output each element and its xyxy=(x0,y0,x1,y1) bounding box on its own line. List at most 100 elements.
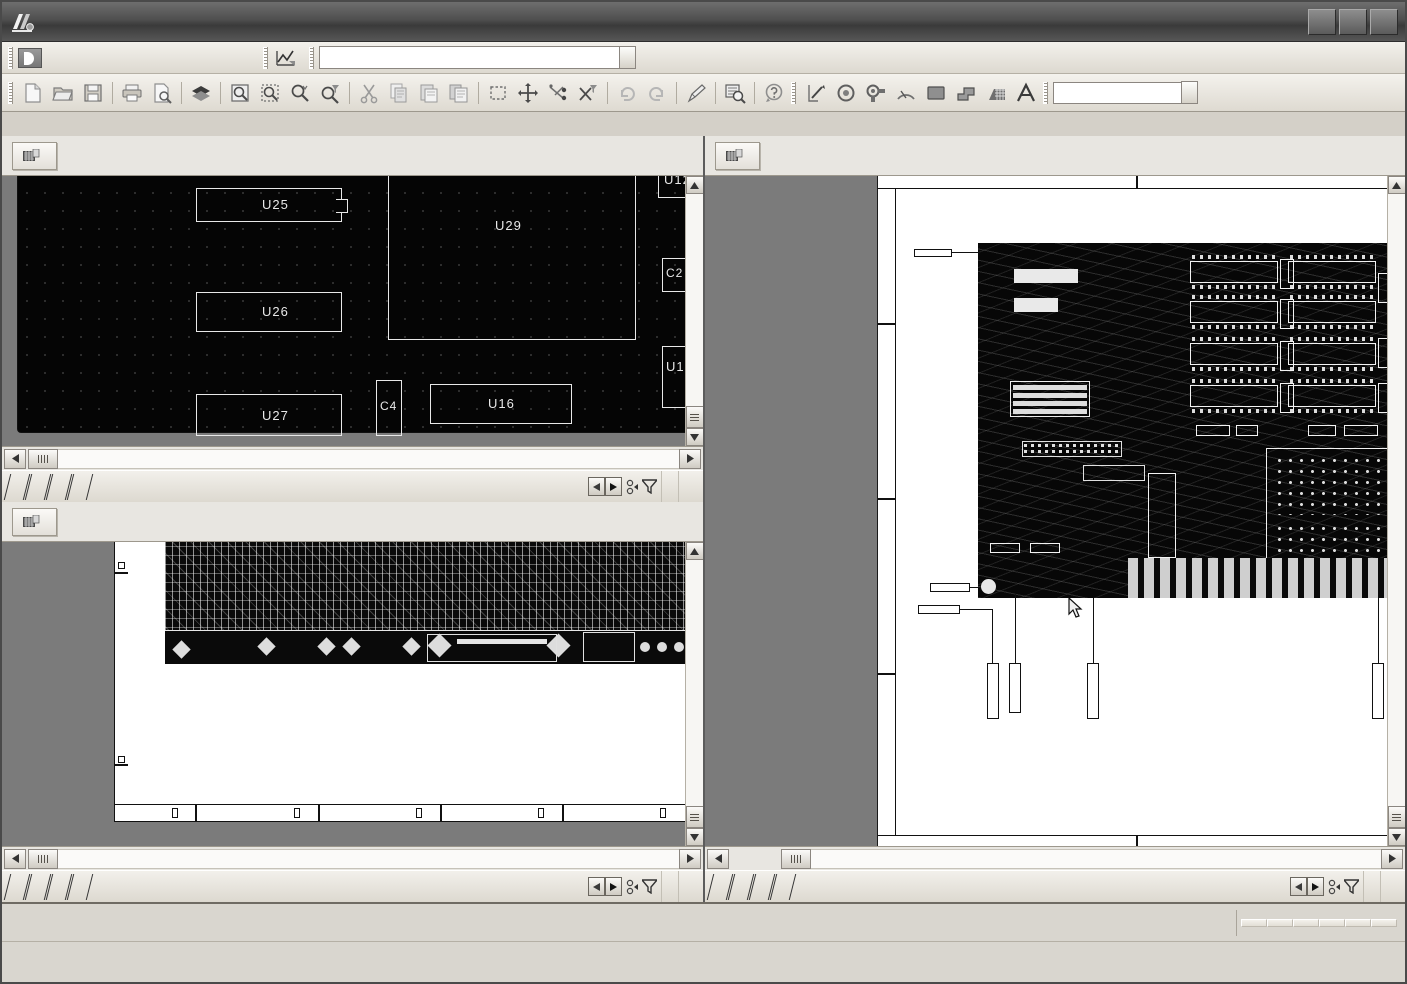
layer-sets-icon[interactable] xyxy=(1328,878,1340,896)
hscroll-thumb[interactable] xyxy=(28,448,58,469)
vertical-scrollbar-board1[interactable] xyxy=(685,176,703,446)
horizontal-scrollbar-4port[interactable] xyxy=(705,846,1405,870)
layer-prev-button[interactable] xyxy=(1290,877,1307,896)
clear-button[interactable] xyxy=(683,871,699,902)
scroll-track[interactable] xyxy=(685,194,703,406)
hscroll-track[interactable] xyxy=(58,448,679,469)
scroll-down-button[interactable] xyxy=(685,828,703,846)
scroll-right-button[interactable] xyxy=(1381,848,1403,869)
path-toolbar-grip[interactable] xyxy=(309,46,314,69)
toolbar-grip-handle[interactable] xyxy=(8,81,13,104)
place-track-icon[interactable] xyxy=(801,78,831,108)
scroll-track[interactable] xyxy=(685,560,703,806)
toolbar-combo-chevron-down-icon[interactable] xyxy=(1181,81,1198,104)
menu-item-project[interactable] xyxy=(117,54,135,62)
toolbar-combo-input[interactable] xyxy=(1053,81,1181,104)
maximize-button[interactable] xyxy=(1339,8,1367,35)
layer-tab-toplayer[interactable] xyxy=(5,871,26,902)
hscroll-track[interactable] xyxy=(811,848,1381,869)
menu-item-tools[interactable] xyxy=(171,54,189,62)
horizontal-scrollbar-benchmark[interactable] xyxy=(2,846,703,870)
browse-components-icon[interactable] xyxy=(720,78,750,108)
menu-item-place[interactable] xyxy=(135,54,153,62)
horizontal-scrollbar-board1[interactable] xyxy=(2,446,703,470)
signal-integrity-icon[interactable] xyxy=(273,48,299,68)
place-array-icon[interactable] xyxy=(981,78,1011,108)
layer-tab-toplayer[interactable] xyxy=(708,871,729,902)
project-path-combo-value[interactable] xyxy=(319,46,619,69)
menu-item-dxp[interactable] xyxy=(45,54,63,62)
scroll-thumb[interactable] xyxy=(1387,806,1405,828)
layers-icon[interactable] xyxy=(186,78,216,108)
mask-level-button[interactable] xyxy=(1363,871,1381,902)
pcb-canvas-benchmark[interactable] xyxy=(2,542,685,846)
menu-item-edit[interactable] xyxy=(81,54,99,62)
mask-filter-icon[interactable] xyxy=(642,879,657,894)
print-icon[interactable] xyxy=(117,78,147,108)
clear-button[interactable] xyxy=(1385,871,1401,902)
layer-tab-midlayer1[interactable] xyxy=(26,871,47,902)
menu-item-design[interactable] xyxy=(153,54,171,62)
place-pad-icon[interactable] xyxy=(861,78,891,108)
menu-item-file[interactable] xyxy=(63,54,81,62)
layer-tab-mechanical3[interactable] xyxy=(771,871,792,902)
redo-icon[interactable] xyxy=(642,78,672,108)
scroll-left-button[interactable] xyxy=(707,848,729,869)
mask-level-button[interactable] xyxy=(661,471,679,502)
zoom-area-icon[interactable] xyxy=(255,78,285,108)
zoom-in-icon[interactable] xyxy=(285,78,315,108)
scroll-left-button[interactable] xyxy=(4,848,26,869)
panel-button-instruments[interactable] xyxy=(1319,918,1345,927)
vertical-scrollbar-benchmark[interactable] xyxy=(685,542,703,846)
hscroll-thumb[interactable] xyxy=(28,848,58,869)
project-path-chevron-down-icon[interactable] xyxy=(619,46,636,69)
paste-icon[interactable] xyxy=(414,78,444,108)
query-help-icon[interactable] xyxy=(759,78,789,108)
highlight-pen-icon[interactable] xyxy=(681,78,711,108)
layer-next-button[interactable] xyxy=(1307,877,1324,896)
scroll-up-button[interactable] xyxy=(685,542,703,560)
zoom-filter-icon[interactable] xyxy=(315,78,345,108)
layer-prev-button[interactable] xyxy=(588,477,605,496)
place-string-icon[interactable] xyxy=(1011,78,1041,108)
layer-prev-button[interactable] xyxy=(588,877,605,896)
dxp-button-icon[interactable] xyxy=(18,47,42,68)
menu-grip-handle[interactable] xyxy=(8,46,13,69)
pcb-canvas-4port[interactable] xyxy=(705,176,1387,846)
menu-item-help[interactable] xyxy=(243,54,261,62)
scroll-right-button[interactable] xyxy=(679,848,701,869)
document-tab-4port[interactable] xyxy=(715,141,760,170)
place-arc-icon[interactable] xyxy=(891,78,921,108)
paste-special-icon[interactable] xyxy=(444,78,474,108)
scroll-thumb[interactable] xyxy=(685,406,703,428)
layer-tab-topoverlay[interactable] xyxy=(68,471,89,502)
mask-filter-icon[interactable] xyxy=(1344,879,1359,894)
scroll-up-button[interactable] xyxy=(685,176,703,194)
panel-button-pcb[interactable] xyxy=(1345,918,1371,927)
layer-tab-bottomlayer[interactable] xyxy=(68,871,89,902)
panel-button-design-compiler[interactable] xyxy=(1267,918,1293,927)
scroll-left-button[interactable] xyxy=(4,448,26,469)
place-via-icon[interactable] xyxy=(831,78,861,108)
scroll-track[interactable] xyxy=(1387,194,1405,806)
signal-integrity-dropdown-icon[interactable] xyxy=(299,54,307,62)
layer-sets-icon[interactable] xyxy=(626,878,638,896)
move-icon[interactable] xyxy=(513,78,543,108)
vertical-scrollbar-4port[interactable] xyxy=(1387,176,1405,846)
layer-tab-bottomlayer[interactable] xyxy=(26,471,47,502)
cross-probe-icon[interactable] xyxy=(543,78,573,108)
menu-item-reports[interactable] xyxy=(207,54,225,62)
pcb-canvas-board1[interactable]: U25 U26 U27 C4 U16 U29 U1 C2 U1 xyxy=(2,176,685,446)
mask-filter-icon[interactable] xyxy=(642,479,657,494)
layer-next-button[interactable] xyxy=(605,877,622,896)
layer-tab-toplayer[interactable] xyxy=(5,471,26,502)
canvas-board1[interactable]: U25 U26 U27 C4 U16 U29 U1 C2 U1 xyxy=(2,176,703,446)
close-button[interactable] xyxy=(1370,8,1398,35)
open-folder-icon[interactable] xyxy=(48,78,78,108)
print-preview-icon[interactable] xyxy=(147,78,177,108)
hscroll-thumb[interactable] xyxy=(781,848,811,869)
place-fill-icon[interactable] xyxy=(921,78,951,108)
scroll-thumb[interactable] xyxy=(685,806,703,828)
toolbar-combo-grip[interactable] xyxy=(1043,81,1048,104)
canvas-4port[interactable] xyxy=(705,176,1405,846)
